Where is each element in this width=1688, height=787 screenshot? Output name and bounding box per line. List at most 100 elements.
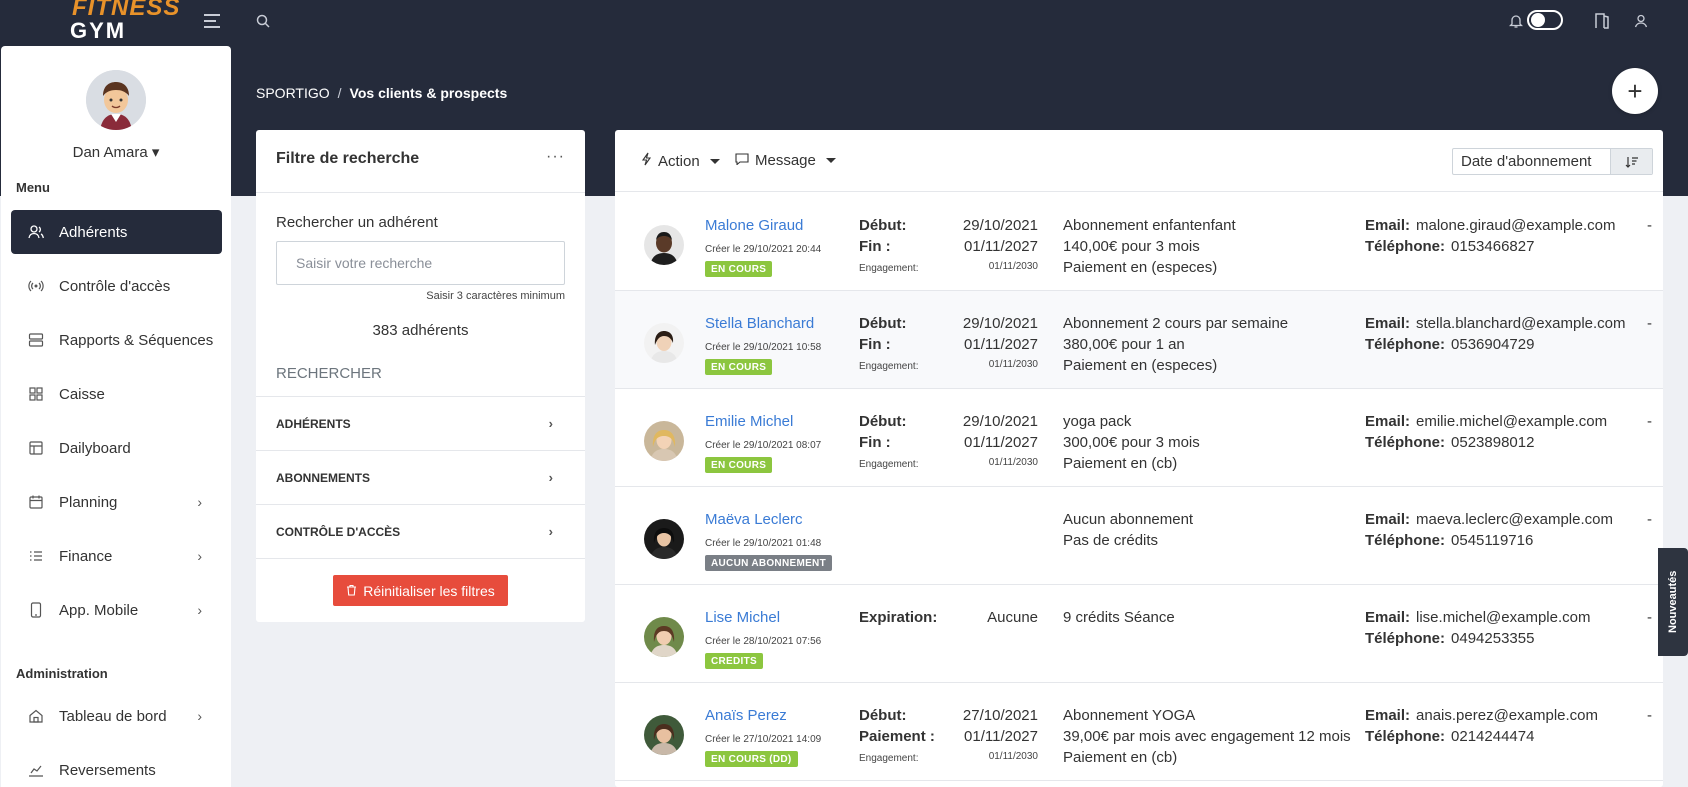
phone-value[interactable]: 0494253355	[1451, 630, 1534, 647]
debut-value: 29/10/2021	[962, 413, 1038, 430]
member-name-link[interactable]: Maëva Leclerc	[705, 511, 803, 528]
email-line: Email: malone.giraud@example.com	[1365, 217, 1616, 234]
accordion-abonnements[interactable]: ABONNEMENTS ›	[256, 450, 585, 504]
engagement-label: Engagement:	[859, 459, 919, 470]
phone-label: Téléphone:	[1365, 728, 1446, 745]
bell-icon[interactable]	[1505, 10, 1527, 32]
sort-order-icon[interactable]	[1610, 149, 1652, 174]
trash-icon	[346, 583, 357, 599]
message-icon	[735, 152, 749, 169]
search-icon[interactable]	[252, 10, 274, 32]
row-dash: -	[1647, 217, 1652, 234]
sidebar-item-tableau-de-bord[interactable]: Tableau de bord ›	[11, 694, 222, 738]
sidebar-item-dailyboard[interactable]: Dailyboard	[11, 426, 222, 470]
accordion-adherents[interactable]: ADHÉRENTS ›	[256, 396, 585, 450]
search-input[interactable]	[276, 241, 565, 285]
created-date: Créer le 29/10/2021 01:48	[705, 538, 822, 549]
logo-line2: GYM	[70, 18, 127, 43]
user-icon[interactable]	[1630, 10, 1652, 32]
theme-toggle[interactable]	[1527, 10, 1563, 30]
toggle-knob	[1531, 13, 1545, 27]
subscription-name: yoga pack	[1063, 413, 1132, 430]
subscription-name: Abonnement 2 cours par semaine	[1063, 315, 1289, 332]
chevron-right-icon: ›	[548, 416, 553, 431]
add-button[interactable]: +	[1612, 68, 1658, 114]
email-value[interactable]: stella.blanchard@example.com	[1416, 315, 1626, 332]
phone-value[interactable]: 0153466827	[1451, 238, 1534, 255]
menu-icon[interactable]	[201, 10, 223, 32]
more-options-icon[interactable]: ···	[546, 148, 565, 166]
member-name-link[interactable]: Stella Blanchard	[705, 315, 814, 332]
status-badge: AUCUN ABONNEMENT	[705, 555, 832, 571]
phone-value[interactable]: 0536904729	[1451, 336, 1534, 353]
member-name-link[interactable]: Emilie Michel	[705, 413, 793, 430]
engagement-label: Engagement:	[859, 263, 919, 274]
phone-value[interactable]: 0545119716	[1451, 532, 1533, 549]
user-avatar[interactable]	[86, 70, 146, 130]
filter-title: Filtre de recherche	[276, 150, 420, 167]
debut-label: Début:	[859, 707, 907, 724]
sidebar-item-app-mobile[interactable]: App. Mobile ›	[11, 588, 222, 632]
email-line: Email: emilie.michel@example.com	[1365, 413, 1607, 430]
table-row[interactable]: Malone Giraud Créer le 29/10/2021 20:44 …	[615, 193, 1663, 291]
member-count: 383 adhérents	[372, 322, 469, 339]
table-row[interactable]: Stella Blanchard Créer le 29/10/2021 10:…	[615, 291, 1663, 389]
table-row[interactable]: Maëva Leclerc Créer le 29/10/2021 01:48 …	[615, 487, 1663, 585]
rechercher-heading: RECHERCHER	[276, 365, 382, 382]
email-value[interactable]: lise.michel@example.com	[1416, 609, 1590, 626]
sort-value: Date d'abonnement	[1461, 153, 1592, 170]
subscription-name: Aucun abonnement	[1063, 511, 1194, 528]
menu-title: Menu	[16, 180, 50, 195]
action-dropdown[interactable]: Action	[641, 152, 720, 170]
member-name-link[interactable]: Anaïs Perez	[705, 707, 787, 724]
email-value[interactable]: maeva.leclerc@example.com	[1416, 511, 1613, 528]
chevron-right-icon: ›	[548, 524, 553, 539]
accordion-controle-acces[interactable]: CONTRÔLE D'ACCÈS ›	[256, 504, 585, 558]
fitness-gym-logo[interactable]: FITNESS GYM	[68, 0, 179, 44]
credits-info: 9 crédits Séance	[1063, 609, 1175, 626]
table-row[interactable]: Anaïs Perez Créer le 27/10/2021 14:09 EN…	[615, 683, 1663, 781]
sidebar-item-rapports[interactable]: Rapports & Séquences	[11, 318, 222, 362]
reset-label: Réinitialiser les filtres	[363, 582, 495, 599]
action-label: Action	[658, 152, 700, 170]
phone-line: Téléphone: 0494253355	[1365, 630, 1534, 647]
phone-value[interactable]: 0214244474	[1451, 728, 1534, 745]
sidebar-item-reversements[interactable]: Reversements	[11, 748, 222, 787]
sidebar-item-label: Planning	[59, 493, 118, 511]
user-name[interactable]: Dan Amara ▾	[1, 143, 231, 161]
sidebar-item-planning[interactable]: Planning ›	[11, 480, 222, 524]
subscription-price: 380,00€ pour 1 an	[1063, 336, 1185, 353]
phone-label: Téléphone:	[1365, 336, 1446, 353]
debut-value: 29/10/2021	[962, 217, 1038, 234]
email-value[interactable]: malone.giraud@example.com	[1416, 217, 1616, 234]
debut-label: Début:	[859, 413, 907, 430]
phone-value[interactable]: 0523898012	[1451, 434, 1534, 451]
nouveautes-tab[interactable]: Nouveautés	[1658, 548, 1688, 656]
sidebar-item-caisse[interactable]: Caisse	[11, 372, 222, 416]
member-name-link[interactable]: Lise Michel	[705, 609, 780, 626]
divider	[256, 192, 585, 193]
table-row[interactable]: Emilie Michel Créer le 29/10/2021 08:07 …	[615, 389, 1663, 487]
member-name-link[interactable]: Malone Giraud	[705, 217, 803, 234]
filter-panel: Filtre de recherche ··· Rechercher un ad…	[256, 130, 585, 622]
list-header: Action Message Date d'abonnement	[615, 130, 1663, 192]
sidebar-item-adherents[interactable]: Adhérents	[11, 210, 222, 254]
subscription-price: 140,00€ pour 3 mois	[1063, 238, 1200, 255]
email-line: Email: stella.blanchard@example.com	[1365, 315, 1626, 332]
engagement-label: Engagement:	[859, 361, 919, 372]
sidebar-item-controle-acces[interactable]: Contrôle d'accès	[11, 264, 222, 308]
sidebar-item-label: Caisse	[59, 385, 105, 403]
caret-down-icon	[825, 158, 836, 163]
email-value[interactable]: anais.perez@example.com	[1416, 707, 1598, 724]
door-icon[interactable]	[1591, 10, 1613, 32]
reset-filters-button[interactable]: Réinitialiser les filtres	[333, 575, 508, 606]
table-row[interactable]: Lise Michel Créer le 28/10/2021 07:56 CR…	[615, 585, 1663, 683]
mobile-icon	[27, 602, 45, 618]
status-badge: EN COURS (DD)	[705, 751, 798, 767]
phone-label: Téléphone:	[1365, 434, 1446, 451]
breadcrumb-root[interactable]: SPORTIGO	[256, 85, 330, 101]
sidebar-item-finance[interactable]: Finance ›	[11, 534, 222, 578]
message-dropdown[interactable]: Message	[735, 152, 836, 169]
email-value[interactable]: emilie.michel@example.com	[1416, 413, 1607, 430]
sort-select[interactable]: Date d'abonnement	[1452, 148, 1653, 175]
